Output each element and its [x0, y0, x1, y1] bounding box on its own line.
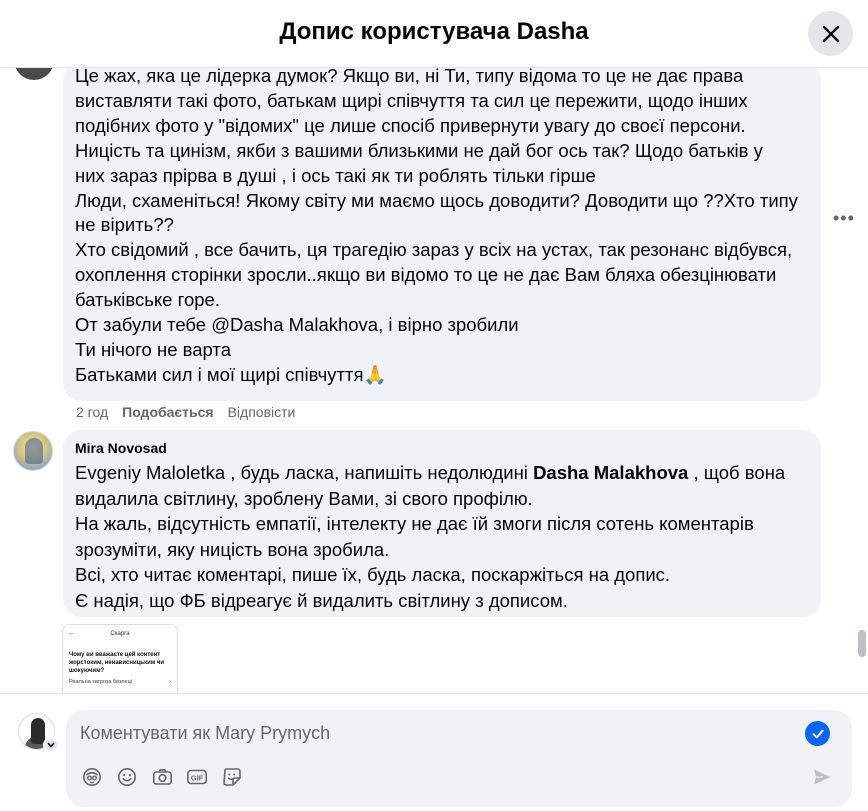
comment-text-line: Ти нічого не варта [75, 338, 231, 360]
send-button[interactable] [811, 766, 833, 788]
comment-actions: 2 год Подобається Відповісти [76, 404, 295, 420]
divider [0, 693, 868, 694]
like-button[interactable]: Подобається [122, 404, 213, 420]
avatar-sticker-icon [83, 768, 101, 786]
check-icon[interactable] [805, 721, 830, 746]
comment-text-line: зрозуміти, яку ницість вона зробила. [75, 538, 390, 560]
comment-timestamp[interactable]: 2 год [76, 404, 108, 420]
avatar-sticker-button[interactable] [81, 766, 103, 788]
dialog-title: Допис користувача Dasha [279, 18, 589, 45]
thumbnail-option-label: Реальна загроза безпеці [69, 679, 132, 685]
thumbnail-title: Скарга [110, 631, 130, 637]
scrollbar-thumb[interactable] [858, 630, 866, 657]
comment-text: , щоб вона [688, 462, 786, 483]
comment-text-line: охоплення сторінки зросли..якщо ви відом… [75, 264, 777, 286]
profile-switch-button[interactable] [43, 737, 59, 753]
comment-composer: GIF [66, 710, 852, 807]
mention-link[interactable]: Dasha Malakhova [533, 462, 688, 483]
more-icon[interactable]: ••• [833, 208, 855, 229]
emoji-button[interactable] [116, 766, 138, 788]
comment-text-line: не вірить?? [75, 214, 174, 236]
comment-text-line: подібних фото у "відомих" це лише спосіб… [75, 114, 746, 136]
gif-icon: GIF [186, 769, 207, 785]
comment-text-line: них зараз прірва в душі , і ось такі як … [75, 164, 596, 186]
sticker-button[interactable] [221, 766, 243, 788]
avatar[interactable] [13, 431, 53, 471]
comment-text-line: Це жах, яка це лідерка думок? Якщо ви, н… [75, 68, 744, 86]
svg-text:GIF: GIF [191, 773, 204, 782]
sticker-icon [223, 768, 241, 786]
comment-text-line: батьківське горе. [75, 289, 220, 311]
composer-toolbar: GIF [81, 766, 243, 788]
thumbnail-header: ← Скарга [63, 625, 177, 637]
back-arrow-icon: ← [68, 630, 75, 637]
close-icon [822, 25, 839, 42]
comment-text-line: Evgeniy Maloletka , будь ласка, напишіть… [75, 460, 809, 486]
comments-scroll-area[interactable]: Це жах, яка це лідерка думок? Якщо ви, н… [0, 68, 868, 693]
comment-text-line: Ницість та цинізм, якби з вашими близьки… [75, 139, 763, 161]
comment-bubble: Mira Novosad Evgeniy Maloletka , будь ла… [63, 430, 821, 617]
comment-text-line: виставляти такі фото, батькам щирі співч… [75, 89, 748, 111]
attachment-thumbnail[interactable]: ← Скарга Чому ви вважаєте цей контент жо… [62, 624, 178, 693]
camera-button[interactable] [151, 766, 173, 788]
comment-text-line: видалила світлину, зроблену Вами, зі сво… [75, 487, 533, 509]
comment-text-line: Хто свідомий , все бачить, ця трагедію з… [75, 239, 793, 261]
comment-author[interactable]: Mira Novosad [75, 440, 809, 457]
comment-bubble: Це жах, яка це лідерка думок? Якщо ви, н… [63, 68, 821, 401]
mention-link[interactable]: Evgeniy Maloletka [75, 462, 225, 483]
dialog-header: Допис користувача Dasha [0, 0, 868, 68]
camera-icon [152, 769, 172, 785]
comment-text-line: Всі, хто читає коментарі, пише їх, будь … [75, 564, 671, 585]
chevron-right-icon: › [169, 679, 171, 685]
comment-text: , будь ласка, напишіть недолюдині [225, 462, 534, 483]
comment-text-line: Батьками сил і мої щирі співчуття🙏 [75, 363, 387, 385]
send-icon [814, 769, 831, 785]
thumbnail-option: Реальна загроза безпеці › [63, 675, 177, 685]
comment-text-line: Люди, схаменіться! Якому світу ми маємо … [75, 189, 798, 211]
comment-text-line: На жаль, відсутність емпатії, інтелекту … [75, 513, 754, 534]
reply-button[interactable]: Відповісти [228, 404, 296, 420]
avatar[interactable] [14, 68, 54, 80]
comment-text-line: От забули тебе @Dasha Malakhova, і вірно… [75, 314, 519, 336]
gif-button[interactable]: GIF [186, 766, 208, 788]
close-button[interactable] [808, 11, 853, 56]
thumbnail-question: Чому ви вважаєте цей контент жорстоким, … [69, 652, 165, 674]
comment-text-line: Є надія, що ФБ відреагує й видалить світ… [75, 589, 568, 611]
chevron-down-icon [47, 742, 55, 748]
comment-input[interactable] [80, 721, 780, 745]
emoji-icon [118, 768, 136, 786]
